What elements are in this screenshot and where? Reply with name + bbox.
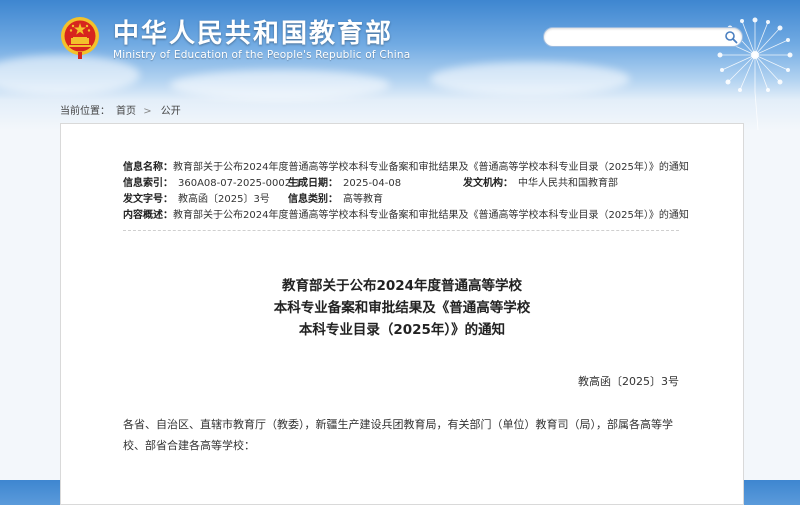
- site-header: 中华人民共和国教育部 Ministry of Education of the …: [0, 0, 800, 95]
- meta-divider: [123, 230, 679, 231]
- meta-label-name: 信息名称：: [123, 162, 173, 173]
- content-panel: 信息名称： 教育部关于公布2024年度普通高等学校本科专业备案和审批结果及《普通…: [60, 123, 744, 505]
- meta-label-docno: 发文字号：: [123, 194, 173, 205]
- document-title: 教育部关于公布2024年度普通高等学校 本科专业备案和审批结果及《普通高等学校 …: [61, 275, 743, 341]
- breadcrumb-separator: >: [143, 106, 152, 117]
- meta-row-docno: 发文字号： 教高函〔2025〕3号 信息类别： 高等教育: [123, 192, 683, 208]
- breadcrumb-item-open[interactable]: 公开: [161, 106, 181, 117]
- meta-label-summary: 内容概述：: [123, 210, 173, 221]
- meta-row-summary: 内容概述： 教育部关于公布2024年度普通高等学校本科专业备案和审批结果及《普通…: [123, 208, 689, 224]
- breadcrumb: 当前位置： 首页 > 公开: [60, 102, 187, 117]
- meta-label-category: 信息类别：: [288, 194, 338, 205]
- site-title[interactable]: 中华人民共和国教育部: [113, 13, 393, 50]
- meta-value-issuer: 中华人民共和国教育部: [518, 178, 618, 189]
- meta-value-summary: 教育部关于公布2024年度普通高等学校本科专业备案和审批结果及《普通高等学校本科…: [173, 210, 689, 221]
- meta-row-name: 信息名称： 教育部关于公布2024年度普通高等学校本科专业备案和审批结果及《普通…: [123, 160, 689, 176]
- meta-value-docno: 教高函〔2025〕3号: [178, 194, 270, 205]
- meta-label-index: 信息索引：: [123, 178, 173, 189]
- meta-value-category: 高等教育: [343, 194, 383, 205]
- site-subtitle: Ministry of Education of the People's Re…: [113, 49, 411, 61]
- meta-label-issuer: 发文机构：: [463, 178, 513, 189]
- meta-row-index: 信息索引： 360A08-07-2025-0002-1 生成日期： 2025-0…: [123, 176, 683, 192]
- breadcrumb-item-home[interactable]: 首页: [116, 106, 136, 117]
- meta-value-index: 360A08-07-2025-0002-1: [178, 178, 302, 189]
- meta-value-name: 教育部关于公布2024年度普通高等学校本科专业备案和审批结果及《普通高等学校本科…: [173, 162, 689, 173]
- document-body: 各省、自治区、直辖市教育厅（教委），新疆生产建设兵团教育局，有关部门（单位）教育…: [123, 418, 673, 452]
- breadcrumb-label: 当前位置：: [60, 106, 110, 117]
- search-input[interactable]: [552, 31, 720, 48]
- info-meta-table: 信息名称： 教育部关于公布2024年度普通高等学校本科专业备案和审批结果及《普通…: [123, 160, 689, 224]
- document-title-line: 本科专业备案和审批结果及《普通高等学校: [273, 300, 531, 316]
- document-title-line: 本科专业目录（2025年）》的通知: [298, 322, 506, 338]
- search-box: [543, 27, 743, 48]
- national-emblem-icon[interactable]: [60, 14, 100, 60]
- document-number: 教高函〔2025〕3号: [578, 375, 679, 388]
- document-title-line: 教育部关于公布2024年度普通高等学校: [281, 278, 523, 294]
- meta-label-date: 生成日期：: [288, 178, 338, 189]
- meta-value-date: 2025-04-08: [343, 178, 402, 189]
- search-icon[interactable]: [724, 30, 738, 44]
